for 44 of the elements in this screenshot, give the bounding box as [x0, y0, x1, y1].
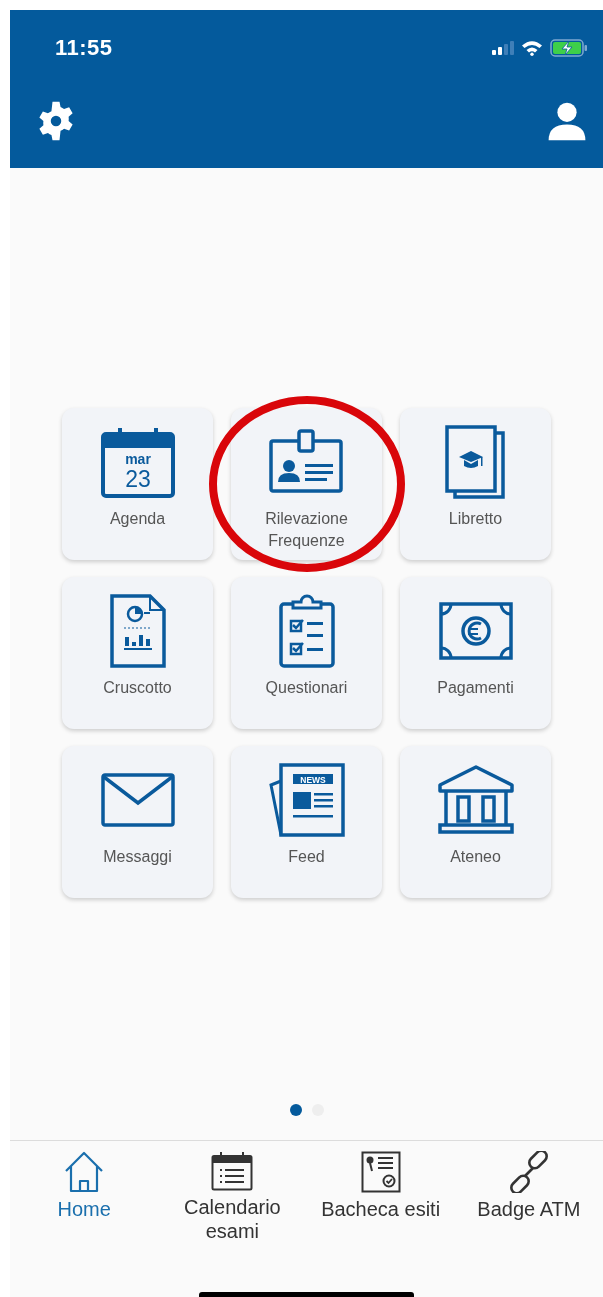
tile-label: Pagamenti: [436, 678, 515, 698]
envelope-icon: [100, 773, 175, 827]
signal-icon: [492, 41, 514, 55]
id-badge-icon: [268, 429, 345, 495]
newspaper-icon: [268, 763, 345, 837]
menu-tile[interactable]: Questionari: [231, 577, 382, 729]
menu-tile[interactable]: Rilevazione Frequenze: [231, 408, 382, 560]
tile-label: Agenda: [108, 509, 167, 529]
calendar-day: 23: [124, 466, 151, 492]
menu-tile[interactable]: Ateneo: [400, 746, 551, 898]
page-dot[interactable]: [289, 1104, 302, 1116]
tile-label: Messaggi: [102, 847, 173, 867]
menu-tile[interactable]: Messaggi: [62, 746, 213, 898]
calendar-list-icon: [211, 1151, 254, 1191]
menu-tile[interactable]: Cruscotto: [62, 577, 213, 729]
tile-label: Ateneo: [449, 847, 502, 867]
tile-label: Feed: [287, 847, 326, 867]
calendar-icon: [100, 428, 175, 498]
battery-icon: [550, 39, 588, 57]
tile-label: Libretto: [447, 509, 504, 529]
report-icon: [109, 594, 166, 668]
wifi-icon: [521, 40, 543, 56]
user-icon[interactable]: [546, 100, 588, 142]
tile-label: Rilevazione Frequenze: [264, 509, 349, 551]
tile-label: Questionari: [264, 678, 349, 698]
status-time: 11:55: [55, 35, 113, 61]
certificate-icon: [360, 1151, 401, 1193]
tab-item[interactable]: Bacheca esiti: [306, 1151, 455, 1243]
chain-link-icon: [507, 1151, 550, 1193]
book-icon: [444, 425, 507, 499]
checklist-icon: [278, 594, 335, 668]
news-label: NEWS: [299, 774, 326, 785]
menu-tile[interactable]: mar 23 Agenda: [62, 408, 213, 560]
tab-item[interactable]: Badge ATM: [454, 1151, 603, 1243]
calendar-month: mar: [124, 451, 151, 467]
menu-tile[interactable]: NEWS Feed: [231, 746, 382, 898]
home-icon: [64, 1151, 105, 1193]
tile-label: Cruscotto: [102, 678, 173, 698]
banknote-icon: [438, 602, 513, 660]
tab-item[interactable]: Calendario esami: [158, 1151, 307, 1243]
menu-tile[interactable]: Libretto: [400, 408, 551, 560]
bank-building-icon: [437, 765, 514, 835]
menu-tile[interactable]: Pagamenti: [400, 577, 551, 729]
tab-item[interactable]: Home: [10, 1151, 159, 1243]
